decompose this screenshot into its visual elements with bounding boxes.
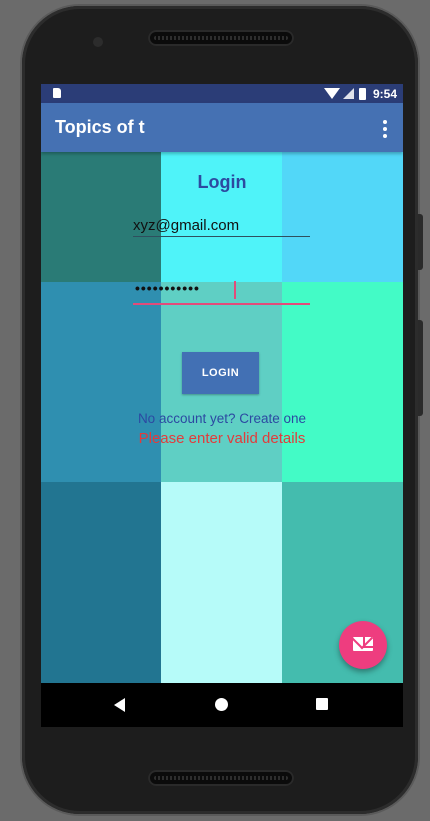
login-title: Login bbox=[197, 172, 247, 192]
email-input[interactable] bbox=[133, 217, 310, 237]
top-speaker bbox=[148, 30, 294, 46]
sd-card-icon bbox=[53, 88, 61, 98]
back-triangle-icon[interactable] bbox=[114, 698, 125, 712]
create-account-link[interactable]: No account yet? Create one bbox=[41, 411, 403, 426]
grid-cell bbox=[161, 482, 282, 683]
status-bar: 9:54 bbox=[41, 84, 403, 103]
app-title: Topics of t bbox=[55, 117, 145, 137]
password-mask: ••••••••••• bbox=[135, 280, 200, 296]
recents-square-icon[interactable] bbox=[316, 698, 328, 710]
grid-cell bbox=[41, 282, 161, 482]
grid-cell bbox=[282, 282, 403, 482]
wifi-icon bbox=[323, 88, 340, 99]
home-circle-icon[interactable] bbox=[215, 698, 228, 711]
mail-icon bbox=[353, 637, 373, 651]
more-vert-icon[interactable] bbox=[383, 120, 387, 138]
phone-screen: 9:54 Topics of t Login ••••••••••• LOGIN… bbox=[41, 84, 403, 727]
grid-cell bbox=[41, 482, 161, 683]
error-message: Please enter valid details bbox=[138, 430, 306, 447]
volume-button bbox=[418, 214, 423, 270]
navigation-bar bbox=[41, 683, 403, 727]
signal-icon bbox=[342, 88, 354, 99]
bottom-speaker bbox=[148, 770, 294, 786]
status-time: 9:54 bbox=[372, 86, 397, 101]
front-camera bbox=[93, 37, 103, 47]
login-button[interactable]: LOGIN bbox=[182, 352, 259, 394]
battery-icon bbox=[358, 87, 366, 100]
power-button bbox=[418, 320, 423, 416]
text-cursor bbox=[234, 281, 236, 299]
mail-fab-button[interactable] bbox=[339, 621, 387, 669]
app-bar: Topics of t bbox=[41, 103, 403, 152]
